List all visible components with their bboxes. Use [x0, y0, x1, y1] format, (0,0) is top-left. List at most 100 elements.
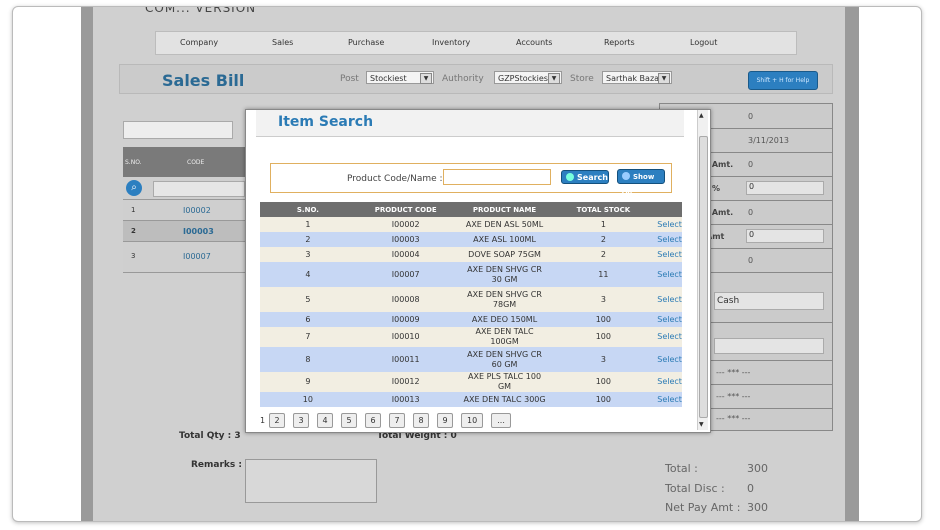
menu-accounts[interactable]: Accounts	[516, 38, 552, 47]
select-link[interactable]: Select	[653, 392, 682, 407]
page-button[interactable]: 4	[317, 412, 334, 428]
select-link[interactable]: Select	[653, 232, 682, 247]
menu-company[interactable]: Company	[180, 38, 218, 47]
cell-sno: 9	[260, 372, 356, 392]
store-select[interactable]: Sarthak Baza ▼	[602, 71, 672, 84]
row-code: I00007	[183, 252, 211, 261]
search-icon[interactable]: ⌕	[126, 180, 142, 196]
menu-reports[interactable]: Reports	[604, 38, 635, 47]
total-disc-label: Total Disc :	[665, 482, 725, 495]
table-row[interactable]: 3 I00004 DOVE SOAP 75GM 2 Select	[260, 247, 682, 262]
col-sno: S.NO.	[260, 202, 356, 217]
page-button[interactable]: 8	[413, 412, 430, 428]
page-button[interactable]: 5	[341, 412, 358, 428]
table-row[interactable]: 2 I00003	[123, 221, 247, 242]
menu-sales[interactable]: Sales	[272, 38, 293, 47]
percent-input[interactable]: 0	[746, 181, 824, 195]
table-header: S.NO. CODE	[123, 147, 247, 177]
product-search-panel: Product Code/Name : Search Show All	[270, 163, 672, 195]
table-row[interactable]: 6 I00009 AXE DEO 150ML 100 Select	[260, 312, 682, 327]
chevron-down-icon: ▼	[420, 73, 432, 84]
cell-code: I00007	[355, 262, 456, 287]
page-button[interactable]: 10	[461, 412, 484, 428]
table-row[interactable]: 4 I00007 AXE DEN SHVG CR 30 GM 11 Select	[260, 262, 682, 287]
cell-code: I00003	[355, 232, 456, 247]
cell-sno: 4	[260, 262, 356, 287]
search-button[interactable]: Search	[561, 170, 609, 184]
search-button-label: Search	[577, 173, 608, 182]
col-code: CODE	[187, 159, 205, 166]
table-row[interactable]: 9 I00012 AXE PLS TALC 100 GM 100 Select	[260, 372, 682, 392]
cell-sno: 8	[260, 347, 356, 372]
menu-purchase[interactable]: Purchase	[348, 38, 384, 47]
cell-stock: 11	[553, 262, 654, 287]
table-header-row: S.NO. PRODUCT CODE PRODUCT NAME TOTAL ST…	[260, 202, 682, 217]
code-input[interactable]	[153, 181, 245, 197]
page-button[interactable]: 9	[437, 412, 454, 428]
percent-value: 0	[749, 182, 755, 191]
cell-code: I00013	[355, 392, 456, 407]
cell-code: I00009	[355, 312, 456, 327]
page-button[interactable]: 7	[389, 412, 406, 428]
cell-sno: 10	[260, 392, 356, 407]
current-page: 1	[260, 415, 266, 425]
scroll-down-icon[interactable]: ▼	[699, 421, 704, 428]
modal-scrollbar[interactable]: ▲ ▼	[697, 110, 708, 430]
select-link[interactable]: Select	[653, 327, 682, 347]
summary-placeholder: --- *** ---	[716, 414, 751, 423]
table-row[interactable]: 1 I00002 AXE DEN ASL 50ML 1 Select	[260, 217, 682, 232]
scroll-up-icon[interactable]: ▲	[699, 112, 704, 119]
cell-name: AXE DEN ASL 50ML	[455, 217, 554, 232]
page-button[interactable]: ...	[491, 412, 512, 428]
help-button[interactable]: Shift + H for Help	[748, 71, 818, 90]
amount2-value: 0	[748, 208, 754, 217]
page-button[interactable]: 2	[269, 412, 286, 428]
chevron-down-icon: ▼	[658, 73, 670, 84]
post-label: Post	[340, 74, 359, 84]
col-sno: S.NO.	[125, 159, 142, 166]
post-select[interactable]: Stockiest ▼	[366, 71, 434, 84]
menu-logout[interactable]: Logout	[690, 38, 717, 47]
authority-value: GZPStockies	[498, 74, 548, 83]
select-link[interactable]: Select	[653, 287, 682, 312]
select-link[interactable]: Select	[653, 247, 682, 262]
product-search-label: Product Code/Name :	[347, 174, 443, 184]
cell-name: AXE ASL 100ML	[455, 232, 554, 247]
product-search-input[interactable]	[443, 169, 551, 185]
amount3-input[interactable]: 0	[746, 229, 824, 243]
table-row[interactable]: 2 I00003 AXE ASL 100ML 2 Select	[260, 232, 682, 247]
select-link[interactable]: Select	[653, 217, 682, 232]
table-row[interactable]: 1 I00002	[123, 200, 247, 221]
table-row[interactable]: 5 I00008 AXE DEN SHVG CR 78GM 3 Select	[260, 287, 682, 312]
table-row[interactable]: 3 I00007	[123, 242, 247, 273]
authority-select[interactable]: GZPStockies ▼	[494, 71, 562, 84]
select-link[interactable]: Select	[653, 312, 682, 327]
show-all-button[interactable]: Show All	[617, 169, 665, 195]
page-button[interactable]: 6	[365, 412, 382, 428]
select-link[interactable]: Select	[653, 262, 682, 287]
summary-input[interactable]	[714, 338, 824, 354]
bill-search-input[interactable]	[123, 121, 233, 139]
cell-name: AXE DEN SHVG CR 30 GM	[455, 262, 554, 287]
table-row[interactable]: 10 I00013 AXE DEN TALC 300G 100 Select	[260, 392, 682, 407]
summary-placeholder: --- *** ---	[716, 392, 751, 401]
payment-mode-input[interactable]: Cash	[714, 292, 824, 310]
cell-stock: 100	[553, 392, 654, 407]
table-row[interactable]: 8 I00011 AXE DEN SHVG CR 60 GM 3 Select	[260, 347, 682, 372]
select-link[interactable]: Select	[653, 372, 682, 392]
page-button[interactable]: 3	[293, 412, 310, 428]
menu-inventory[interactable]: Inventory	[432, 38, 470, 47]
cell-name: AXE DEO 150ML	[455, 312, 554, 327]
row-code: I00002	[183, 206, 211, 215]
cell-stock: 100	[553, 327, 654, 347]
cell-name: AXE DEN TALC 300G	[455, 392, 554, 407]
row-sno: 3	[131, 252, 136, 260]
cell-stock: 1	[553, 217, 654, 232]
total-qty: Total Qty : 3	[179, 431, 241, 441]
scrollbar-thumb[interactable]	[699, 136, 708, 418]
cell-code: I00002	[355, 217, 456, 232]
select-link[interactable]: Select	[653, 347, 682, 372]
remarks-textarea[interactable]	[245, 459, 377, 503]
table-row[interactable]: 7 I00010 AXE DEN TALC 100GM 100 Select	[260, 327, 682, 347]
item-search-modal: Item Search ▲ ▼ Product Code/Name : Sear…	[245, 109, 711, 433]
